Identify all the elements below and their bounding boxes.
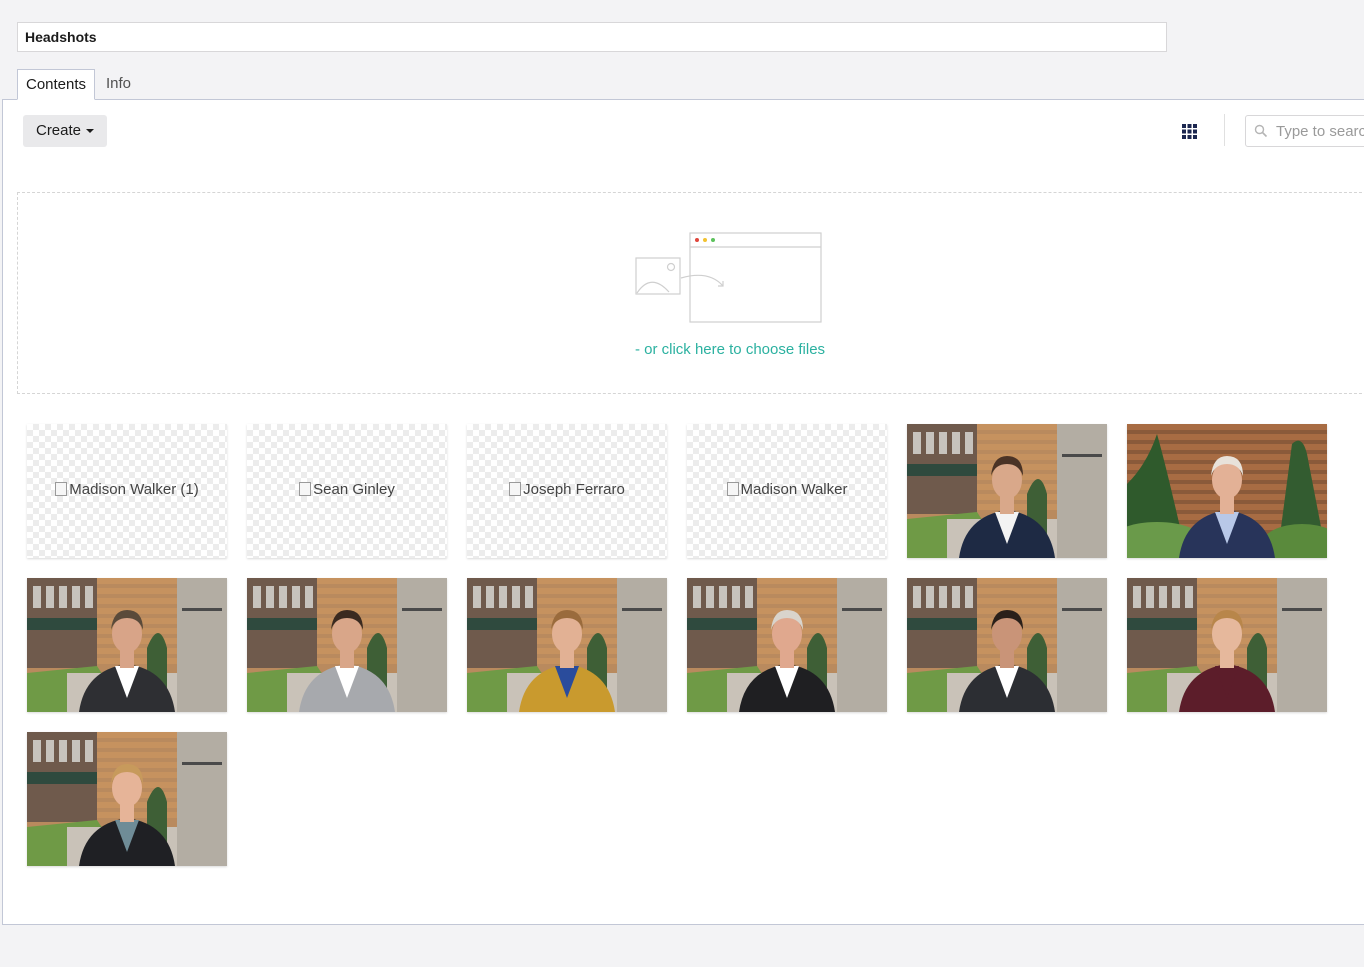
caret-down-icon: [86, 129, 95, 134]
media-thumbnail[interactable]: [27, 578, 227, 712]
media-thumbnail[interactable]: [467, 578, 667, 712]
media-thumbnail[interactable]: Madison Walker: [687, 424, 887, 558]
media-thumbnail[interactable]: [1127, 424, 1327, 558]
headshot-photo-man-grey-suit: [247, 578, 447, 712]
headshot-photo-woman-burgundy-top: [1127, 578, 1327, 712]
create-button[interactable]: Create: [23, 115, 107, 147]
choose-files-link[interactable]: - or click here to choose files: [18, 341, 1364, 358]
image-alt-label: Madison Walker (1): [69, 481, 199, 498]
media-thumbnail[interactable]: [1127, 578, 1327, 712]
broken-image-icon: [509, 482, 522, 496]
contents-panel: Create - or click here to choose: [2, 99, 1364, 925]
search-icon: [1254, 124, 1268, 138]
media-thumbnail[interactable]: [907, 424, 1107, 558]
headshot-photo-woman-navy-blazer: [907, 424, 1107, 558]
image-alt-text: Sean Ginley: [247, 481, 447, 498]
tab-info[interactable]: Info: [98, 69, 139, 100]
create-button-label: Create: [35, 122, 82, 139]
broken-image-icon: [726, 482, 739, 496]
media-thumbnail[interactable]: [907, 578, 1107, 712]
media-thumbnail[interactable]: Joseph Ferraro: [467, 424, 667, 558]
media-thumbnail[interactable]: Madison Walker (1): [27, 424, 227, 558]
media-thumbnail[interactable]: [27, 732, 227, 866]
grid-icon[interactable]: [1182, 124, 1197, 139]
upload-illustration-icon: [635, 232, 822, 323]
image-alt-text: Madison Walker: [687, 481, 887, 498]
search-box[interactable]: [1245, 115, 1364, 147]
footer-bar: [2, 925, 1364, 967]
headshot-photo-man-blue-suit: [1127, 424, 1327, 558]
image-alt-text: Joseph Ferraro: [467, 481, 667, 498]
media-thumbnail[interactable]: [247, 578, 447, 712]
headshot-photo-man-black-suit: [687, 578, 887, 712]
headshot-photo-woman-mustard-cardigan: [467, 578, 667, 712]
toolbar-divider: [1224, 114, 1225, 146]
image-alt-text: Madison Walker (1): [27, 481, 227, 498]
image-alt-label: Madison Walker: [740, 481, 848, 498]
media-thumbnail[interactable]: [687, 578, 887, 712]
upload-dropzone[interactable]: - or click here to choose files: [17, 192, 1364, 394]
node-name-field[interactable]: Headshots: [17, 22, 1167, 52]
media-thumbnail[interactable]: Sean Ginley: [247, 424, 447, 558]
broken-image-icon: [55, 482, 68, 496]
search-input[interactable]: [1276, 121, 1364, 141]
headshot-photo-man-dark-suit: [27, 578, 227, 712]
image-alt-label: Sean Ginley: [313, 481, 395, 498]
broken-image-icon: [299, 482, 312, 496]
image-alt-label: Joseph Ferraro: [523, 481, 625, 498]
headshot-photo-man-charcoal-suit: [907, 578, 1107, 712]
tab-contents[interactable]: Contents: [17, 69, 95, 100]
headshot-photo-woman-black-cardigan: [27, 732, 227, 866]
